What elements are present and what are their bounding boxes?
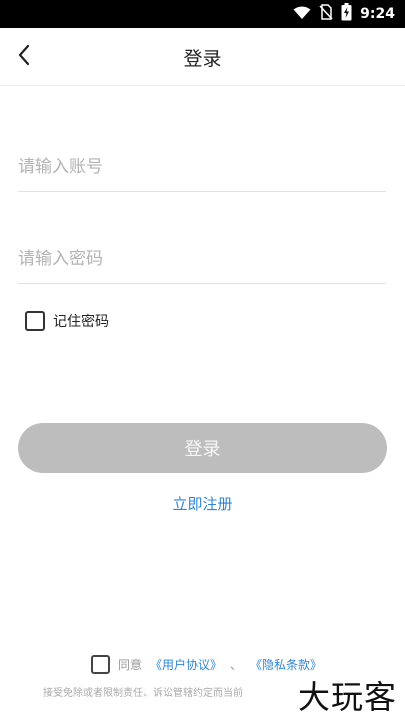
- password-field: [18, 236, 386, 284]
- login-button[interactable]: 登录: [18, 423, 387, 473]
- account-field: [18, 144, 386, 192]
- status-bar: 9:24: [0, 0, 405, 28]
- wifi-icon: [293, 5, 311, 24]
- status-icons: 9:24: [293, 3, 395, 25]
- agreement-row: 同意 《用户协议》 、 《隐私条款》: [91, 655, 322, 674]
- agree-separator: 、: [230, 658, 243, 672]
- remember-label: 记住密码: [53, 314, 109, 330]
- remember-checkbox[interactable]: [25, 311, 45, 331]
- privacy-policy-link[interactable]: 《隐私条款》: [250, 656, 322, 673]
- user-agreement-link[interactable]: 《用户协议》: [150, 656, 222, 673]
- account-input[interactable]: [18, 144, 386, 190]
- watermark-logo: 大玩客: [295, 672, 399, 718]
- remember-password-toggle[interactable]: 记住密码: [25, 311, 109, 331]
- password-input[interactable]: [18, 236, 386, 282]
- page-title: 登录: [183, 48, 222, 70]
- header: 登录: [0, 28, 405, 86]
- battery-charging-icon: [341, 3, 352, 25]
- disclaimer-text: 接受免除或者限制责任、诉讼管辖约定而当前: [43, 688, 243, 699]
- no-sim-icon: [319, 4, 333, 24]
- status-time: 9:24: [360, 6, 395, 22]
- agree-prefix: 同意: [118, 658, 143, 672]
- agreement-checkbox[interactable]: [91, 655, 110, 674]
- register-link[interactable]: 立即注册: [0, 493, 405, 514]
